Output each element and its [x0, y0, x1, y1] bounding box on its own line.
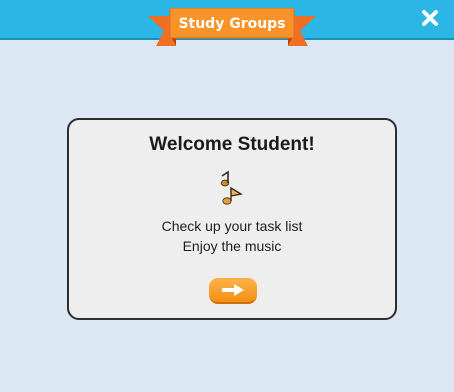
message-line-2: Enjoy the music: [182, 238, 282, 254]
dialog-title: Welcome Student!: [149, 134, 315, 155]
message-line-1: Check up your task list: [161, 218, 303, 234]
welcome-dialog: Welcome Student! Check up your task list…: [67, 118, 397, 320]
arrow-right-icon: [222, 284, 244, 296]
next-button[interactable]: [209, 278, 257, 304]
page-title: Study Groups: [178, 16, 286, 32]
title-ribbon: Study Groups: [146, 8, 318, 48]
close-button[interactable]: [416, 4, 444, 32]
close-icon: [422, 10, 438, 26]
music-note-icon: [220, 170, 243, 205]
